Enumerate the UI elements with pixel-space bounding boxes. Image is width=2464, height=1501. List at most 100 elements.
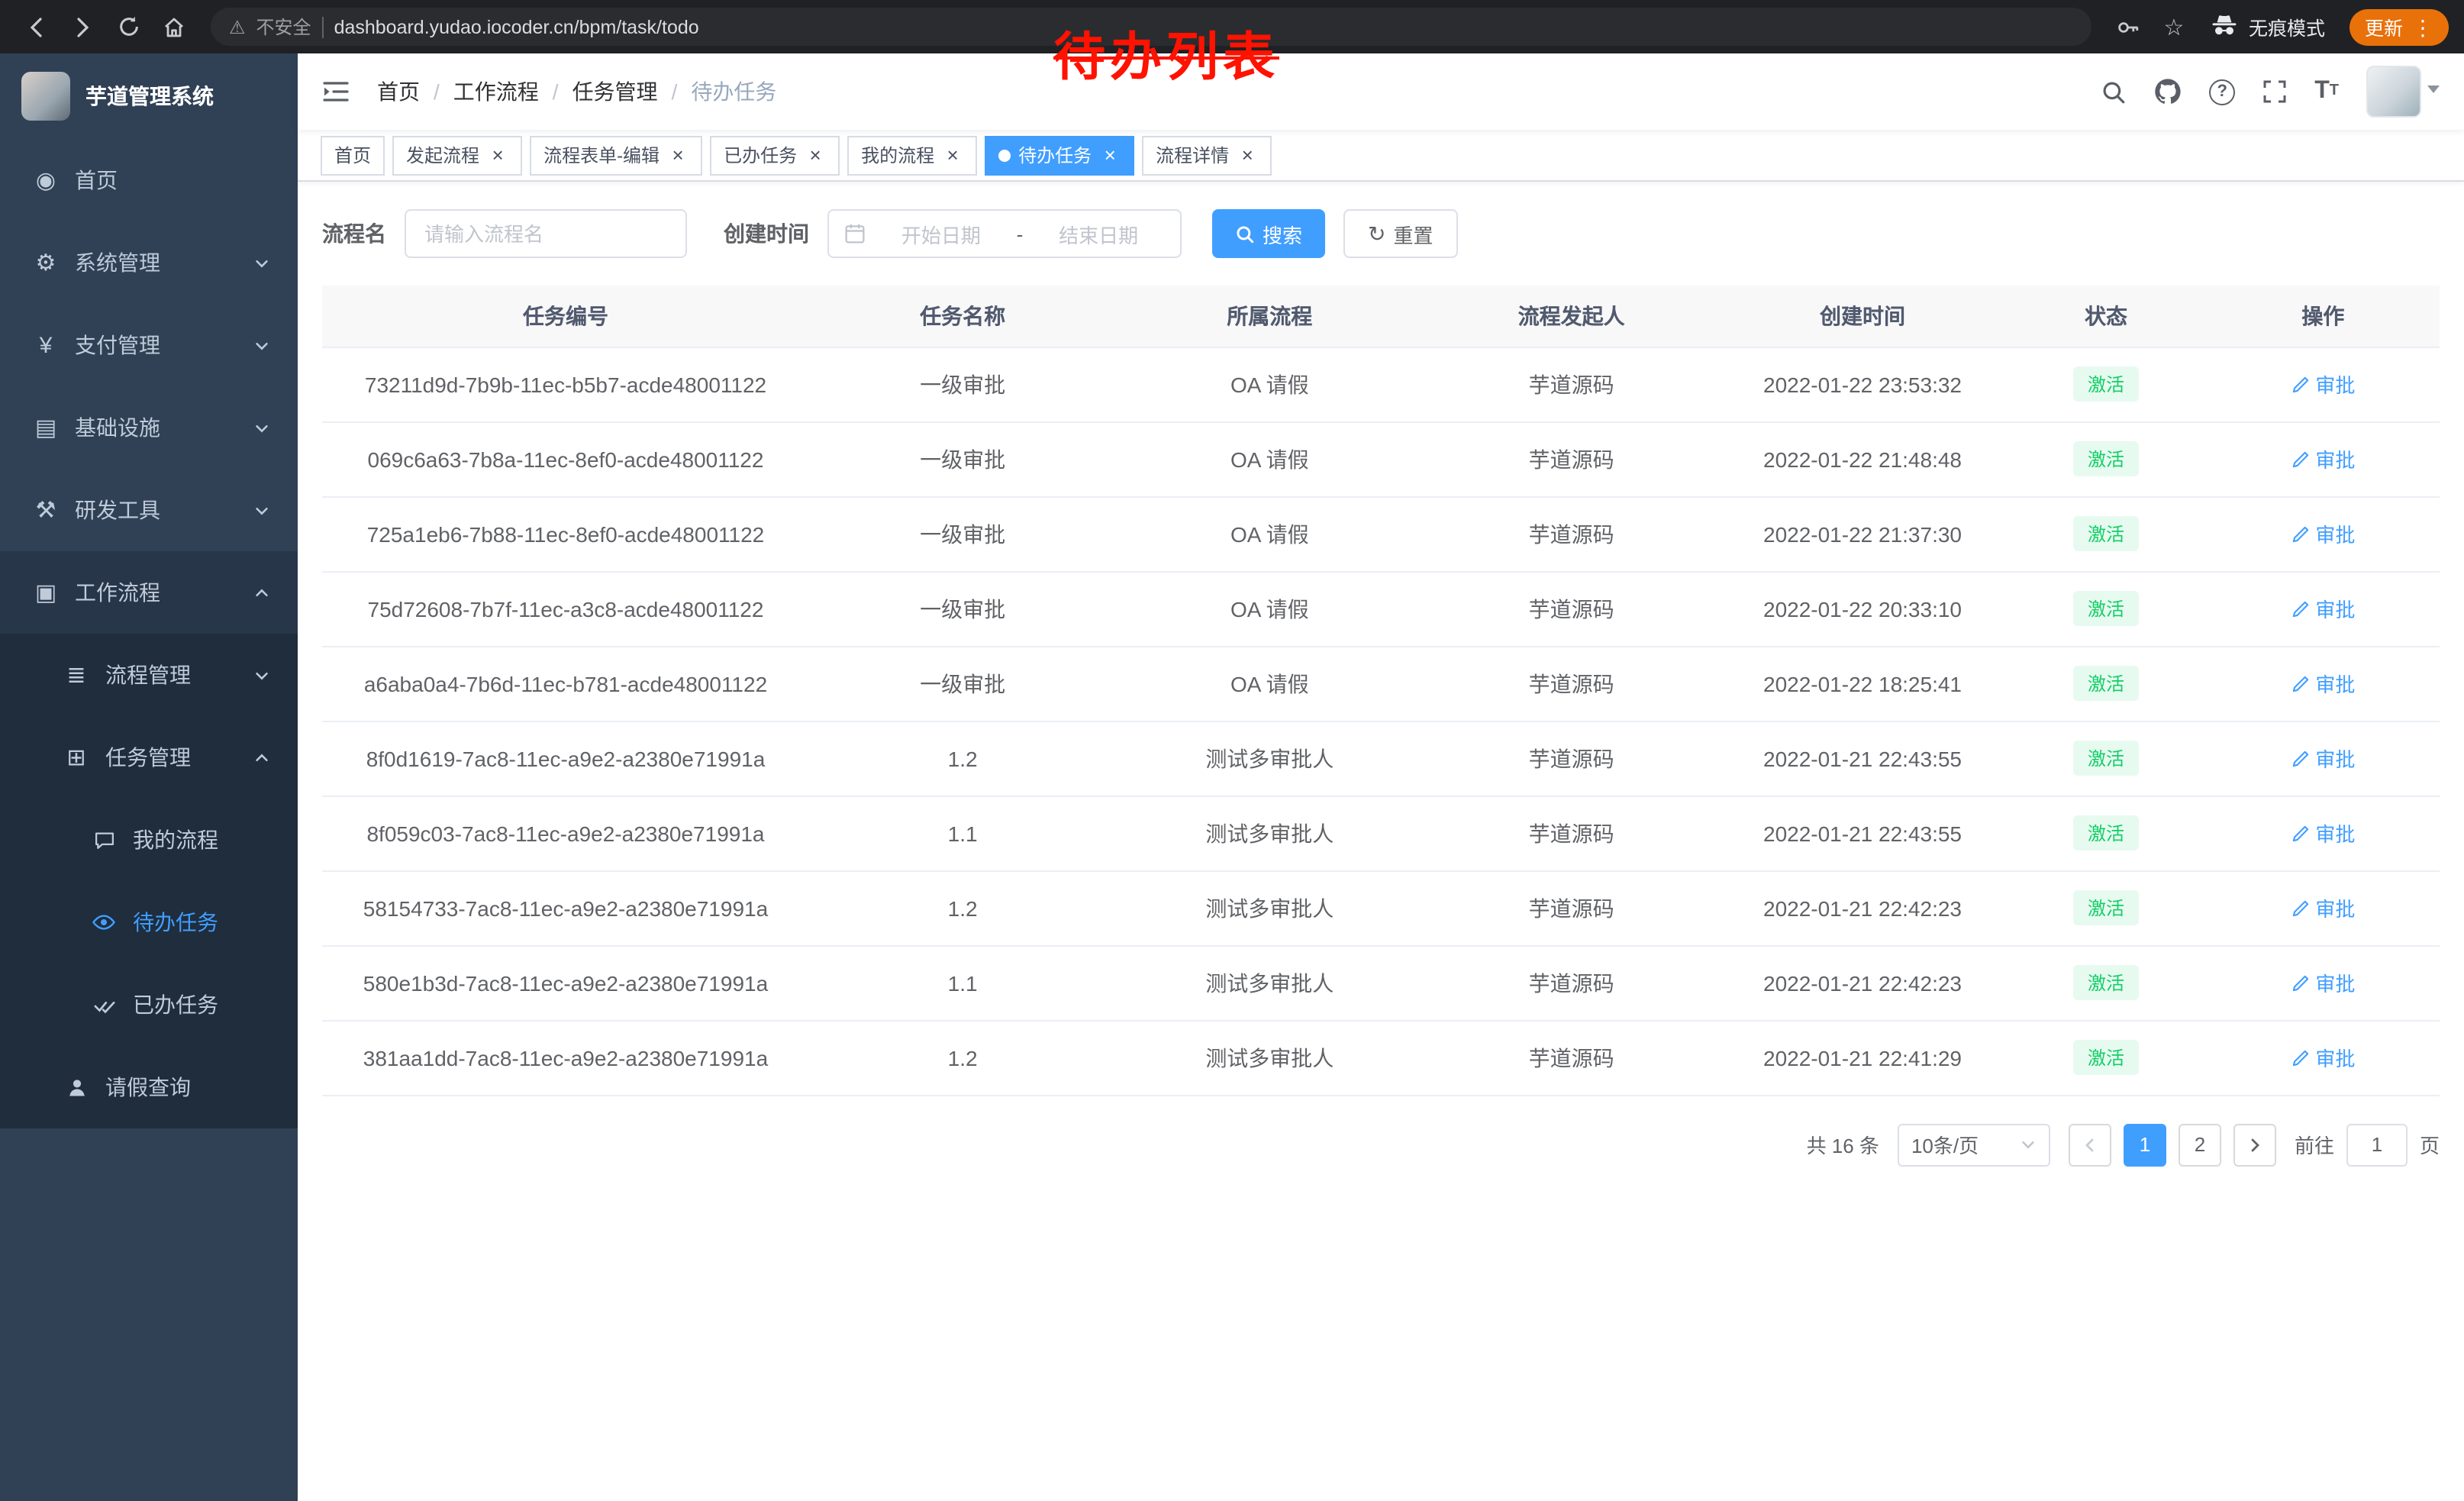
tab-start-process[interactable]: 发起流程 × (392, 135, 522, 175)
status-badge: 激活 (2074, 815, 2138, 851)
reset-button[interactable]: ↻ 重置 (1343, 209, 1458, 258)
cell-created-time: 2022-01-21 22:42:23 (1720, 870, 2005, 945)
tab-process-detail[interactable]: 流程详情× (1142, 135, 1272, 175)
table-row: a6aba0a4-7b6d-11ec-b781-acde48001122一级审批… (322, 646, 2440, 721)
cell-actions: 审批 (2207, 870, 2440, 945)
help-icon[interactable]: ? (2209, 79, 2235, 105)
date-range-picker[interactable]: 开始日期 - 结束日期 (827, 209, 1182, 258)
tab-home[interactable]: 首页 (321, 135, 385, 175)
bookmark-star-icon[interactable]: ☆ (2153, 5, 2195, 48)
page-numbers: 12 (2124, 1123, 2221, 1166)
browser-back-icon[interactable] (15, 5, 58, 48)
font-size-icon[interactable]: TT (2314, 79, 2339, 104)
page-button-2[interactable]: 2 (2179, 1123, 2221, 1166)
search-button[interactable]: 搜索 (1212, 209, 1325, 258)
chevron-down-icon (253, 419, 270, 436)
sidebar-item-home[interactable]: ◉首页 (0, 139, 298, 221)
cell-initiator: 芋道源码 (1423, 421, 1719, 496)
table-row: 381aa1dd-7ac8-11ec-a9e2-a2380e71991a1.2测… (322, 1020, 2440, 1095)
fullscreen-icon[interactable] (2262, 79, 2287, 104)
tab-done-tasks[interactable]: 已办任务× (710, 135, 840, 175)
breadcrumb-item: 待办任务 (691, 76, 776, 107)
chevron-up-icon (253, 749, 270, 766)
approve-button[interactable]: 审批 (2291, 444, 2355, 473)
sidebar-item-todo-tasks[interactable]: 待办任务 (0, 881, 298, 964)
cell-actions: 审批 (2207, 421, 2440, 496)
sidebar-item-system-management[interactable]: ⚙系统管理 (0, 221, 298, 304)
column-header-status: 状态 (2005, 286, 2207, 347)
double-check-icon (89, 993, 119, 1016)
key-icon[interactable] (2107, 5, 2150, 48)
table-row: 73211d9d-7b9b-11ec-b5b7-acde48001122一级审批… (322, 347, 2440, 421)
approve-button[interactable]: 审批 (2291, 669, 2355, 698)
browser-reload-icon[interactable] (107, 5, 150, 48)
cell-task-id: 73211d9d-7b9b-11ec-b5b7-acde48001122 (322, 347, 809, 421)
update-label: 更新 (2365, 12, 2403, 41)
browser-menu-kebab-icon[interactable]: ⋮ (2412, 16, 2433, 37)
cell-initiator: 芋道源码 (1423, 496, 1719, 571)
sidebar: 芋道管理系统 ◉首页⚙系统管理¥支付管理▤基础设施⚒研发工具▣工作流程≣流程管理… (0, 53, 298, 1501)
approve-button[interactable]: 审批 (2291, 1043, 2355, 1072)
approve-button[interactable]: 审批 (2291, 893, 2355, 922)
browser-forward-icon[interactable] (61, 5, 104, 48)
process-name-input[interactable] (405, 209, 687, 258)
sidebar-item-done-tasks[interactable]: 已办任务 (0, 964, 298, 1046)
page-size-select[interactable]: 10条/页 (1898, 1123, 2050, 1166)
status-badge: 激活 (2074, 1040, 2138, 1075)
close-tab-icon[interactable]: × (487, 144, 508, 166)
table-header-row: 任务编号任务名称所属流程流程发起人创建时间状态操作 (322, 286, 2440, 347)
goto-page-input[interactable] (2346, 1123, 2408, 1166)
github-icon[interactable] (2154, 78, 2182, 105)
cell-task-name: 1.2 (809, 721, 1116, 796)
sidebar-item-my-processes[interactable]: 我的流程 (0, 799, 298, 881)
cell-task-name: 1.1 (809, 945, 1116, 1020)
cell-task-id: 58154733-7ac8-11ec-a9e2-a2380e71991a (322, 870, 809, 945)
browser-update-button[interactable]: 更新 ⋮ (2350, 8, 2449, 45)
prev-page-button[interactable] (2069, 1123, 2111, 1166)
sidebar-item-infrastructure[interactable]: ▤基础设施 (0, 386, 298, 469)
tab-my-processes[interactable]: 我的流程× (847, 135, 977, 175)
sidebar-item-process-management[interactable]: ≣流程管理 (0, 634, 298, 716)
breadcrumb-item[interactable]: 任务管理 (572, 76, 658, 107)
user-avatar[interactable] (2366, 66, 2440, 118)
breadcrumb-item[interactable]: 首页 (377, 76, 420, 107)
approve-button[interactable]: 审批 (2291, 968, 2355, 997)
approve-button[interactable]: 审批 (2291, 519, 2355, 548)
approve-button[interactable]: 审批 (2291, 818, 2355, 847)
approve-button[interactable]: 审批 (2291, 744, 2355, 773)
approve-button[interactable]: 审批 (2291, 594, 2355, 623)
tabs-bar: 首页发起流程×流程表单-编辑×已办任务×我的流程×待办任务×流程详情× (298, 130, 2464, 182)
browser-home-icon[interactable] (153, 5, 195, 48)
next-page-button[interactable] (2233, 1123, 2276, 1166)
search-icon[interactable] (2101, 79, 2127, 105)
cell-status: 激活 (2005, 1020, 2207, 1095)
cell-task-id: 381aa1dd-7ac8-11ec-a9e2-a2380e71991a (322, 1020, 809, 1095)
cell-process-name: OA 请假 (1116, 496, 1423, 571)
end-date-placeholder: 结束日期 (1032, 219, 1165, 248)
sidebar-collapse-icon[interactable] (322, 79, 350, 104)
close-tab-icon[interactable]: × (805, 144, 826, 166)
approve-button[interactable]: 审批 (2291, 370, 2355, 399)
sidebar-item-label: 系统管理 (75, 247, 160, 278)
sitemap-icon: ⊞ (61, 746, 92, 769)
breadcrumb-item[interactable]: 工作流程 (453, 76, 539, 107)
sidebar-item-leave-query[interactable]: 请假查询 (0, 1046, 298, 1128)
sidebar-item-payment-management[interactable]: ¥支付管理 (0, 304, 298, 386)
close-tab-icon[interactable]: × (667, 144, 689, 166)
cell-task-id: 8f0d1619-7ac8-11ec-a9e2-a2380e71991a (322, 721, 809, 796)
tab-process-form-edit[interactable]: 流程表单-编辑× (530, 135, 702, 175)
close-tab-icon[interactable]: × (1237, 144, 1258, 166)
sidebar-item-task-management[interactable]: ⊞任务管理 (0, 716, 298, 799)
cell-initiator: 芋道源码 (1423, 721, 1719, 796)
close-tab-icon[interactable]: × (1099, 144, 1121, 166)
tab-label: 发起流程 (406, 142, 479, 168)
cell-task-name: 1.2 (809, 870, 1116, 945)
sidebar-menu: ◉首页⚙系统管理¥支付管理▤基础设施⚒研发工具▣工作流程≣流程管理⊞任务管理我的… (0, 139, 298, 1128)
tab-todo-tasks[interactable]: 待办任务× (985, 135, 1134, 175)
cell-task-name: 1.2 (809, 1020, 1116, 1095)
page-button-1[interactable]: 1 (2124, 1123, 2166, 1166)
close-tab-icon[interactable]: × (942, 144, 963, 166)
sidebar-item-dev-tools[interactable]: ⚒研发工具 (0, 469, 298, 551)
breadcrumb-separator: / (434, 79, 440, 104)
sidebar-item-workflow[interactable]: ▣工作流程 (0, 551, 298, 634)
